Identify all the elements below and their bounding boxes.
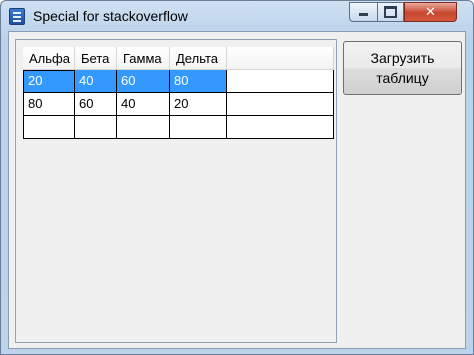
minimize-button[interactable] bbox=[349, 2, 377, 22]
close-icon: ✕ bbox=[425, 4, 436, 19]
column-header[interactable]: Бета bbox=[75, 47, 117, 70]
column-header[interactable]: Альфа bbox=[23, 47, 75, 70]
table-cell[interactable]: 60 bbox=[117, 70, 170, 93]
table-cell[interactable]: 40 bbox=[75, 70, 117, 93]
table-cell[interactable]: 20 bbox=[170, 93, 227, 116]
table-cell[interactable]: 80 bbox=[170, 70, 227, 93]
table-scroll-pane[interactable]: Альфа Бета Гамма Дельта 20 40 60 80 80 60 40 20 bbox=[15, 39, 337, 343]
data-table[interactable]: Альфа Бета Гамма Дельта 20 40 60 80 80 60 40 20 bbox=[23, 47, 334, 147]
column-header[interactable]: Гамма bbox=[117, 47, 170, 70]
maximize-button[interactable] bbox=[377, 2, 404, 22]
load-table-button-line2: таблицу bbox=[376, 70, 429, 86]
window-title: Special for stackoverflow bbox=[33, 8, 188, 24]
column-header[interactable] bbox=[227, 47, 334, 70]
table-cell[interactable] bbox=[117, 116, 170, 139]
app-window: Special for stackoverflow ✕ Альфа Бета Гам… bbox=[0, 0, 474, 355]
content-pane: Альфа Бета Гамма Дельта 20 40 60 80 80 60 40 20 Заг… bbox=[8, 31, 466, 349]
java-app-icon bbox=[9, 8, 25, 25]
table-cell[interactable] bbox=[23, 116, 75, 139]
load-table-button-line1: Загрузить bbox=[370, 50, 435, 66]
close-button[interactable]: ✕ bbox=[404, 2, 457, 22]
table-cell[interactable] bbox=[227, 93, 334, 116]
table-cell[interactable]: 60 bbox=[75, 93, 117, 116]
table-cell[interactable] bbox=[227, 116, 334, 139]
load-table-button[interactable]: Загрузить таблицу bbox=[343, 41, 462, 95]
table-cell[interactable]: 20 bbox=[23, 70, 75, 93]
table-cell[interactable] bbox=[170, 116, 227, 139]
maximize-icon bbox=[384, 6, 397, 18]
column-header[interactable]: Дельта bbox=[170, 47, 227, 70]
title-bar[interactable]: Special for stackoverflow ✕ bbox=[1, 1, 473, 31]
table-cell[interactable] bbox=[75, 116, 117, 139]
minimize-icon bbox=[359, 13, 368, 16]
table-cell[interactable] bbox=[227, 70, 334, 93]
table-cell[interactable]: 40 bbox=[117, 93, 170, 116]
table-cell[interactable]: 80 bbox=[23, 93, 75, 116]
